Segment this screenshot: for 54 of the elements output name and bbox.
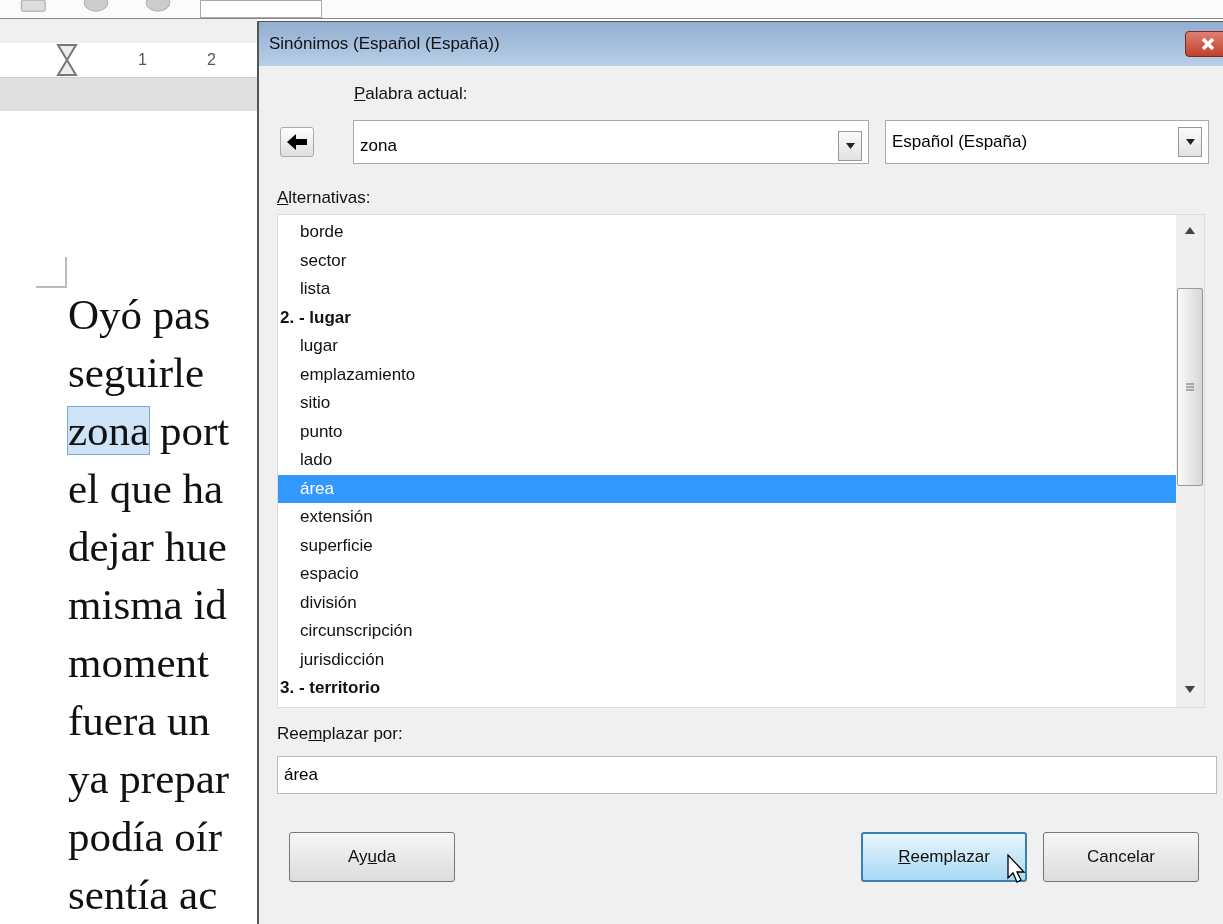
text-line: podía oír: [68, 813, 223, 860]
text-line: dejar hue: [68, 523, 227, 570]
caret-icon: [1185, 139, 1195, 145]
list-heading[interactable]: 2. - lugar: [278, 303, 1176, 332]
text-line: sentía ac: [68, 871, 218, 918]
text-line: ya prepar: [68, 755, 230, 802]
list-item[interactable]: lugar: [278, 332, 1176, 361]
selected-word: zona: [68, 407, 150, 454]
list-item[interactable]: emplazamiento: [278, 360, 1176, 389]
text-line: fuera un: [68, 697, 211, 744]
dialog-title: Sinónimos (Español (España)): [269, 34, 500, 54]
list-item[interactable]: lista: [278, 275, 1176, 304]
close-icon: [1199, 36, 1217, 52]
alternatives-label: Alternativas:: [277, 188, 372, 209]
list-item[interactable]: borde: [278, 218, 1176, 247]
cancel-button[interactable]: Cancelar: [1043, 832, 1199, 882]
scroll-down-icon[interactable]: [1185, 686, 1195, 693]
replace-field[interactable]: área: [277, 756, 1217, 794]
default-button[interactable]: Reemplazar: [861, 832, 1027, 882]
list-item[interactable]: superficie: [278, 531, 1176, 560]
language-combo[interactable]: Español (España): [885, 120, 1209, 164]
back-arrow-icon: [286, 132, 308, 152]
ruler-number: 2: [206, 51, 216, 69]
text-line: port: [158, 407, 230, 454]
list-item[interactable]: sitio: [278, 389, 1176, 418]
caret-icon: [845, 143, 855, 149]
back-button[interactable]: [280, 127, 314, 157]
text-line: el que ha: [68, 465, 224, 512]
close-button[interactable]: [1185, 31, 1223, 57]
current-word-combo[interactable]: zona: [353, 120, 869, 164]
help-button[interactable]: Ayuda: [289, 832, 455, 882]
toolbar-field[interactable]: [200, 0, 322, 18]
list-item[interactable]: extensión: [278, 503, 1176, 532]
scrollbar[interactable]: [1176, 215, 1204, 707]
text-line: seguirle: [68, 349, 205, 396]
list-item[interactable]: jurisdicción: [278, 645, 1176, 674]
list-item[interactable]: espacio: [278, 560, 1176, 589]
list-item[interactable]: lado: [278, 446, 1176, 475]
list-item[interactable]: circunscripción: [278, 617, 1176, 646]
text-line: moment: [68, 639, 209, 686]
mouse-pointer-icon: [1007, 854, 1027, 884]
scroll-thumb[interactable]: [1177, 288, 1203, 486]
indent-marker-icon[interactable]: [56, 43, 78, 77]
scroll-up-icon[interactable]: [1185, 227, 1195, 234]
list-heading[interactable]: 3. - territorio: [278, 674, 1176, 703]
replace-label: Reemplazar por:: [277, 724, 404, 745]
text-line: Oyó pas: [68, 291, 211, 338]
ruler-number: 1: [138, 51, 147, 69]
page-corner-mark: [36, 257, 68, 289]
text-line: misma id: [68, 581, 227, 628]
list-item[interactable]: sector: [278, 246, 1176, 275]
current-word-label: Palabra actual:: [353, 84, 469, 105]
list-item[interactable]: punto: [278, 417, 1176, 446]
list-item[interactable]: división: [278, 588, 1176, 617]
